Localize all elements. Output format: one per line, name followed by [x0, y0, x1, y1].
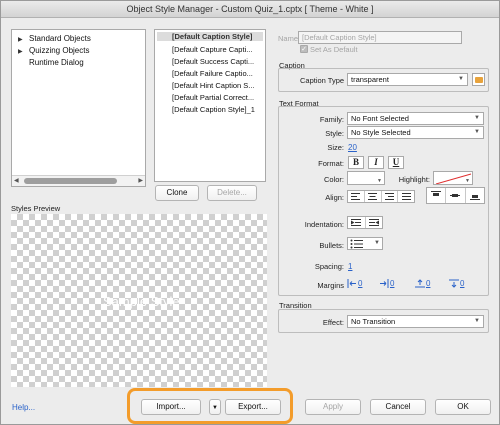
set-as-default-checkbox[interactable]: ✓ — [300, 45, 308, 53]
list-item[interactable]: [Default Success Capti... — [172, 57, 254, 66]
list-item[interactable]: [Default Caption Style]_1 — [172, 105, 255, 114]
bullet-list-icon — [350, 239, 364, 251]
list-item[interactable]: [Default Partial Correct... — [172, 93, 254, 102]
align-top-icon[interactable] — [427, 188, 447, 203]
highlight-label: Highlight: — [398, 175, 430, 184]
spacing-label: Spacing: — [314, 262, 344, 271]
delete-button[interactable]: Delete... — [207, 185, 257, 201]
margin-bottom-control[interactable]: 0 — [449, 279, 464, 289]
chevron-down-icon: ▼ — [474, 318, 480, 324]
caption-type-select[interactable]: transparent ▼ — [347, 73, 468, 86]
align-bottom-icon[interactable] — [466, 188, 484, 203]
font-style-select[interactable]: No Style Selected ▼ — [347, 126, 484, 139]
align-right-icon[interactable] — [382, 191, 399, 202]
set-as-default-label: Set As Default — [310, 45, 358, 54]
highlight-color-swatch[interactable]: ▼ — [433, 171, 473, 185]
indent-increase-icon[interactable] — [366, 217, 383, 228]
margin-top-control[interactable]: 0 — [415, 279, 430, 288]
tree-item-standard-objects[interactable]: ▶ Standard Objects — [18, 34, 91, 43]
margins-label: Margins — [317, 281, 344, 290]
chevron-down-icon: ▼ — [377, 178, 382, 184]
scroll-right-arrow-icon[interactable]: ▶ — [138, 177, 143, 184]
help-link[interactable]: Help... — [12, 403, 35, 412]
margin-right-icon — [380, 279, 389, 289]
cancel-button[interactable]: Cancel — [370, 399, 426, 415]
margin-left-icon — [347, 279, 356, 289]
underline-button[interactable]: U — [388, 156, 404, 169]
apply-button[interactable]: Apply — [305, 399, 361, 415]
object-style-manager-window: Object Style Manager - Custom Quiz_1.cpt… — [0, 0, 500, 425]
object-type-tree[interactable]: ▶ Standard Objects ▶ Quizzing Objects Runt… — [11, 29, 146, 187]
ok-button[interactable]: OK — [435, 399, 491, 415]
margin-top-icon — [415, 279, 425, 288]
bullets-label: Bullets: — [319, 241, 344, 250]
format-label: Format: — [318, 159, 344, 168]
caption-type-label: Caption Type — [300, 76, 345, 85]
list-item[interactable]: [Default Failure Captio... — [172, 69, 253, 78]
chevron-down-icon: ▼ — [474, 115, 480, 121]
spacing-value[interactable]: 1 — [348, 262, 352, 271]
list-item[interactable]: [Default Caption Style] — [157, 32, 263, 41]
expand-arrow-icon[interactable]: ▶ — [18, 48, 29, 55]
chevron-down-icon: ▼ — [374, 240, 380, 246]
style-label: Style: — [325, 129, 344, 138]
bullets-select[interactable]: ▼ — [347, 237, 383, 250]
import-export-highlight-outline — [127, 388, 293, 424]
align-label: Align: — [325, 193, 344, 202]
margin-left-control[interactable]: 0 — [347, 279, 362, 289]
expand-arrow-icon[interactable]: ▶ — [18, 36, 29, 43]
indentation-group — [347, 216, 383, 229]
indent-decrease-icon[interactable] — [348, 217, 366, 228]
margin-right-control[interactable]: 0 — [379, 279, 394, 289]
margin-bottom-icon — [449, 279, 459, 289]
window-title: Object Style Manager - Custom Quiz_1.cpt… — [1, 1, 499, 18]
align-left-icon[interactable] — [348, 191, 365, 202]
chevron-down-icon: ▼ — [474, 129, 480, 135]
align-justify-icon[interactable] — [398, 191, 414, 202]
folder-icon[interactable] — [472, 73, 485, 86]
name-label: Name — [278, 34, 299, 43]
list-item[interactable]: [Default Hint Caption S... — [172, 81, 255, 90]
list-item[interactable]: [Default Capture Capti... — [172, 45, 252, 54]
indentation-label: Indentation: — [304, 220, 344, 229]
effect-label: Effect: — [322, 318, 344, 327]
chevron-down-icon: ▼ — [465, 178, 470, 184]
vertical-align-group — [426, 187, 485, 204]
text-color-swatch[interactable]: ▼ — [347, 171, 385, 185]
tree-item-runtime-dialog[interactable]: Runtime Dialog — [29, 58, 84, 67]
align-middle-icon[interactable] — [446, 188, 466, 203]
family-label: Family: — [319, 115, 344, 124]
italic-button[interactable]: I — [368, 156, 384, 169]
styles-preview-canvas: Sample Style — [11, 214, 267, 387]
font-size-value[interactable]: 20 — [348, 143, 357, 152]
transition-effect-select[interactable]: No Transition ▼ — [347, 315, 484, 328]
chevron-down-icon: ▼ — [458, 76, 464, 82]
clone-button[interactable]: Clone — [155, 185, 199, 201]
bold-button[interactable]: B — [348, 156, 364, 169]
tree-item-quizzing-objects[interactable]: ▶ Quizzing Objects — [18, 46, 89, 55]
align-center-icon[interactable] — [365, 191, 382, 202]
size-label: Size: — [327, 143, 344, 152]
font-family-select[interactable]: No Font Selected ▼ — [347, 112, 484, 125]
style-list[interactable]: [Default Caption Style] [Default Capture… — [154, 29, 266, 182]
scroll-left-arrow-icon[interactable]: ◀ — [14, 177, 19, 184]
scrollbar-thumb[interactable] — [24, 178, 117, 184]
styles-preview-label: Styles Preview — [11, 204, 61, 213]
preview-sample-text: Sample Style — [103, 294, 180, 309]
tree-horizontal-scrollbar[interactable]: ◀ ▶ — [12, 175, 145, 186]
color-label: Color: — [323, 175, 344, 184]
name-field[interactable]: [Default Caption Style] — [298, 31, 462, 44]
horizontal-align-group — [347, 190, 415, 203]
